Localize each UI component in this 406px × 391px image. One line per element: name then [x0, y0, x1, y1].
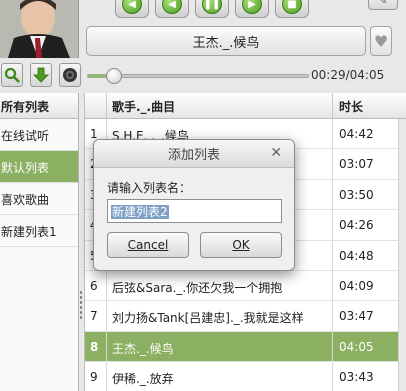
- tool-icon: ✎: [378, 0, 388, 7]
- now-playing-button[interactable]: 王杰._.候鸟: [86, 26, 366, 56]
- list-name-input[interactable]: 新建列表2: [107, 199, 282, 223]
- table-header: 歌手._.曲目 时长: [85, 93, 406, 119]
- search-button[interactable]: [1, 63, 23, 87]
- sidebar-item-new-list-1[interactable]: 新建列表1: [0, 215, 78, 247]
- row-duration: 04:48: [339, 248, 374, 263]
- heart-icon: ♥: [373, 31, 389, 51]
- search-icon: [4, 67, 20, 83]
- row-title: 后弦&Sara._.你还欠我一个拥抱: [107, 270, 333, 301]
- favorite-button[interactable]: ♥: [370, 26, 392, 56]
- row-index: 6: [85, 270, 107, 301]
- row-duration: 03:50: [339, 187, 374, 202]
- rewind-icon: ◀: [162, 0, 182, 14]
- table-row[interactable]: 7 刘力扬&Tank[吕建忠]._.我就是这样 03:47: [85, 301, 406, 332]
- cancel-button[interactable]: Cancel: [107, 232, 189, 258]
- close-icon[interactable]: ✕: [270, 145, 282, 161]
- sidebar-header: 所有列表: [0, 93, 78, 119]
- progress-slider[interactable]: [87, 68, 309, 84]
- playback-controls: ◀ ◀ ❚❚ ▶ ■: [115, 0, 309, 18]
- table-row[interactable]: 6 后弦&Sara._.你还欠我一个拥抱 04:09: [85, 270, 406, 302]
- dialog-titlebar: 添加列表 ✕: [94, 140, 294, 168]
- stop-icon: ■: [282, 0, 302, 14]
- row-duration: 04:26: [339, 218, 374, 233]
- row-duration: 04:05: [339, 339, 374, 354]
- row-title: 王杰._.候鸟: [107, 331, 333, 362]
- download-arrow-icon: [33, 67, 49, 83]
- dialog-title: 添加列表: [167, 148, 220, 163]
- prev-button[interactable]: ◀: [115, 0, 149, 18]
- download-button[interactable]: [30, 63, 52, 87]
- forward-button[interactable]: ▶: [235, 0, 269, 18]
- row-index: 9: [85, 362, 107, 391]
- header-title[interactable]: 歌手._.曲目: [107, 93, 333, 118]
- row-duration: 04:42: [339, 127, 374, 141]
- sidebar-item-online[interactable]: 在线试听: [0, 119, 78, 151]
- row-duration: 03:47: [339, 309, 374, 324]
- speaker-icon: [63, 68, 77, 82]
- pause-icon: ❚❚: [202, 0, 222, 14]
- playlist-sidebar: 所有列表 在线试听 默认列表 喜欢歌曲 新建列表1: [0, 93, 79, 391]
- table-row[interactable]: 8 王杰._.候鸟 04:05: [85, 331, 406, 363]
- dialog-prompt: 请输入列表名：: [107, 181, 192, 195]
- header-index: [85, 93, 107, 118]
- rewind-button[interactable]: ◀: [155, 0, 189, 18]
- time-readout: 00:29/04:05: [311, 68, 385, 82]
- row-index: 7: [85, 301, 107, 331]
- progress-knob[interactable]: [106, 68, 123, 84]
- sidebar-item-favorites[interactable]: 喜欢歌曲: [0, 183, 78, 215]
- tools-button[interactable]: ✎: [368, 0, 398, 10]
- table-row[interactable]: 9 伊稀._.放弃 03:43: [85, 362, 406, 391]
- forward-icon: ▶: [242, 0, 262, 14]
- ok-button[interactable]: OK: [200, 232, 282, 258]
- speaker-button[interactable]: [59, 63, 81, 87]
- row-duration: 03:07: [339, 157, 374, 172]
- row-title: 刘力扬&Tank[吕建忠]._.我就是这样: [107, 301, 333, 331]
- list-name-value: 新建列表2: [111, 205, 169, 219]
- prev-icon: ◀: [122, 0, 142, 14]
- add-list-dialog: 添加列表 ✕ 请输入列表名： 新建列表2 Cancel OK: [93, 139, 295, 271]
- stop-button[interactable]: ■: [275, 0, 309, 18]
- table-scrollbar[interactable]: [398, 119, 406, 391]
- row-duration: 04:09: [339, 278, 374, 293]
- sidebar-item-default[interactable]: 默认列表: [0, 151, 78, 183]
- row-title: 伊稀._.放弃: [107, 362, 333, 391]
- splitter-handle[interactable]: [79, 290, 83, 320]
- now-playing-title: 王杰._.候鸟: [192, 35, 260, 51]
- pause-button[interactable]: ❚❚: [195, 0, 229, 18]
- row-duration: 03:43: [339, 370, 374, 385]
- row-index: 8: [85, 331, 107, 362]
- header-duration[interactable]: 时长: [333, 93, 406, 118]
- artist-avatar: [0, 0, 79, 58]
